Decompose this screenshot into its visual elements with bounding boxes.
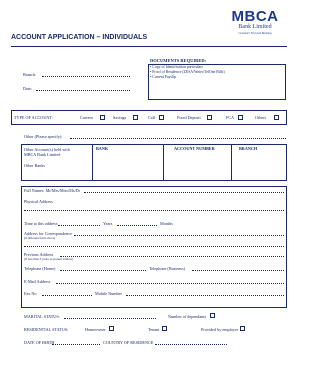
current-checkbox[interactable] (100, 115, 105, 120)
other-specify-label: Other (Please specify): (24, 134, 63, 139)
option-current-label: Current (80, 115, 93, 120)
option-others-label: Others (255, 115, 267, 120)
documents-title: DOCUMENTS REQUIRED: (150, 58, 207, 63)
fax-label: Fax No (24, 291, 37, 296)
option-fca-label: FCA (226, 115, 235, 120)
document-item: Current Payslip (150, 75, 225, 80)
correspondence-field[interactable] (74, 235, 284, 236)
title-rule (11, 46, 287, 47)
documents-list: Copy of Identification particulars Proof… (150, 65, 225, 80)
fca-checkbox[interactable] (238, 115, 243, 120)
time-at-address-label: Time at this address (24, 221, 58, 226)
months-label: Months (160, 221, 173, 226)
correspondence-field-2[interactable] (24, 246, 284, 247)
form-title: ACCOUNT APPLICATION – INDIVIDUALS (11, 34, 148, 41)
table-divider (92, 144, 93, 181)
physical-address-label: Physical Address (24, 199, 53, 204)
correspondence-note: (if different from above) (24, 236, 56, 240)
bank-logo: MBCA Bank Limited Customer Focused Banki… (224, 9, 286, 35)
dependants-label: Number of dependants (168, 314, 207, 319)
table-divider (163, 144, 164, 181)
call-checkbox[interactable] (159, 115, 164, 120)
dob-label: DATE OF BIRTH (24, 340, 55, 345)
email-label: E-Mail Address (24, 279, 51, 284)
account-type-label: TYPE OF ACCOUNT: (14, 115, 53, 120)
dependants-box[interactable] (210, 313, 215, 318)
country-label: COUNTRY OF RESIDENCE (103, 340, 154, 345)
physical-address-field[interactable] (24, 210, 284, 211)
country-field[interactable] (155, 344, 227, 345)
other-accounts-label-2: MBCA Bank Limited (24, 152, 61, 157)
tel-home-label: Telephone (Home) (24, 266, 56, 271)
table-divider (231, 144, 232, 181)
logo-tagline: Customer Focused Banking (238, 31, 272, 35)
date-label: Date: (23, 86, 33, 91)
col-account-header: ACCOUNT NUMBER (174, 146, 215, 151)
option-savings-label: Savings (113, 115, 127, 120)
mobile-field[interactable] (126, 295, 284, 296)
marital-status-field[interactable] (64, 318, 156, 319)
col-branch-header: BRANCH (239, 146, 258, 151)
tel-business-field[interactable] (192, 270, 284, 271)
homeowner-label: Homeowner (85, 327, 106, 332)
branch-field[interactable] (42, 76, 130, 77)
months-field[interactable] (117, 225, 157, 226)
years-label: Years (103, 221, 113, 226)
residential-status-label: RESIDENTIAL STATUS: (24, 327, 69, 332)
homeowner-checkbox[interactable] (109, 326, 114, 331)
mobile-label: Mobile Number (95, 291, 122, 296)
years-field[interactable] (58, 225, 100, 226)
tel-business-label: Telephone (Business) (149, 266, 186, 271)
tenant-checkbox[interactable] (162, 326, 167, 331)
dob-field[interactable] (52, 344, 100, 345)
option-fixed-deposit-label: Fixed Deposit (177, 115, 201, 120)
tenant-label: Tenant (148, 327, 160, 332)
provided-by-employer-label: Provided by employer (201, 327, 239, 332)
previous-address-field[interactable] (60, 256, 284, 257)
email-field[interactable] (56, 283, 284, 284)
full-names-label: Full Names: Mr/Mrs/Miss/Ms/Dr (24, 188, 81, 193)
full-names-field[interactable] (84, 192, 284, 193)
logo-name: Bank Limited (238, 24, 272, 30)
logo-brand: MBCA (231, 8, 279, 25)
tel-home-field[interactable] (60, 270, 146, 271)
others-checkbox[interactable] (274, 115, 279, 120)
fixed-deposit-checkbox[interactable] (207, 115, 212, 120)
personal-details-box (21, 186, 287, 308)
other-specify-field[interactable] (70, 138, 286, 139)
date-field[interactable] (36, 90, 130, 91)
fax-field[interactable] (42, 295, 92, 296)
branch-label: Branch: (23, 72, 37, 77)
savings-checkbox[interactable] (133, 115, 138, 120)
marital-status-label: MARITAL STATUS: (24, 314, 60, 319)
option-call-label: Call (148, 115, 155, 120)
provided-by-employer-checkbox[interactable] (240, 326, 245, 331)
previous-address-note: (if less than 3 years at present address… (24, 257, 74, 261)
other-banks-label: Other Banks (24, 163, 46, 168)
col-bank-header: BANK (96, 146, 109, 151)
